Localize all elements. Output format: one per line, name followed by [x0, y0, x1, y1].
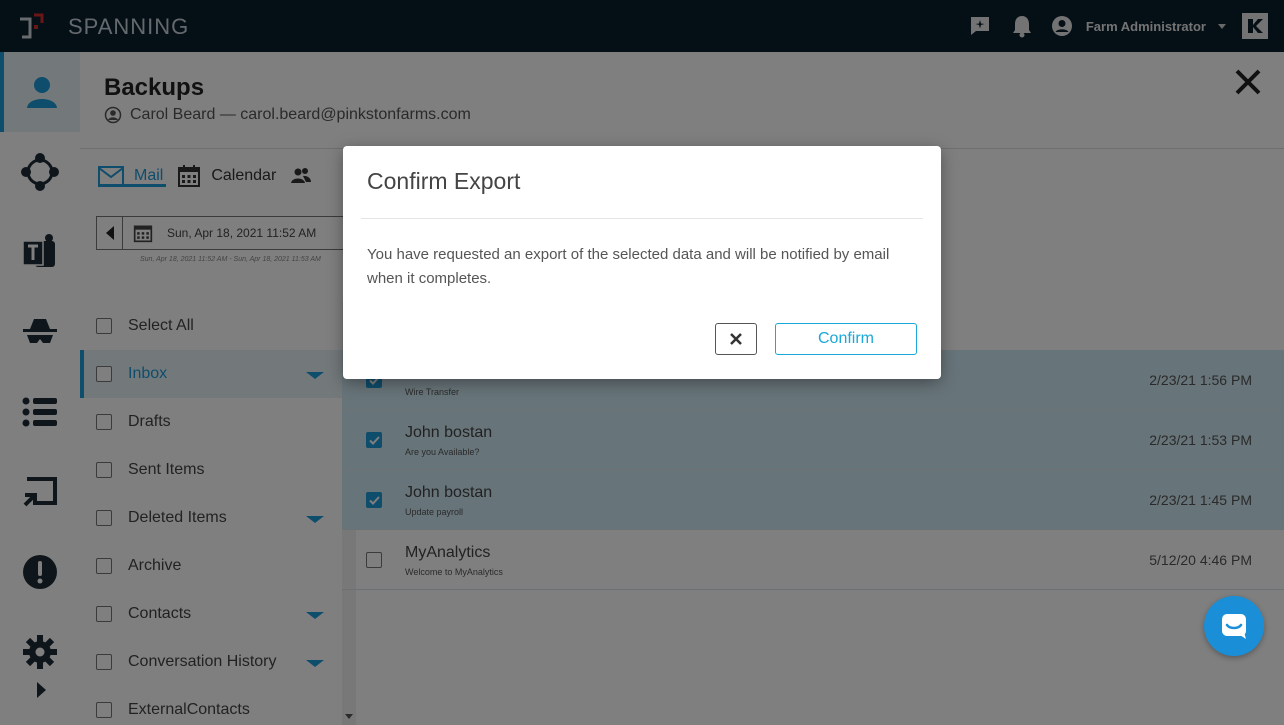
- cancel-button[interactable]: [715, 323, 757, 355]
- confirm-export-dialog: Confirm Export You have requested an exp…: [343, 146, 941, 379]
- dialog-divider: [361, 218, 923, 219]
- dialog-message: You have requested an export of the sele…: [367, 246, 890, 287]
- chat-icon: [1222, 614, 1246, 639]
- confirm-button[interactable]: Confirm: [775, 323, 917, 355]
- dialog-title: Confirm Export: [367, 168, 521, 194]
- chat-button[interactable]: [1204, 596, 1264, 656]
- close-icon: [730, 333, 742, 345]
